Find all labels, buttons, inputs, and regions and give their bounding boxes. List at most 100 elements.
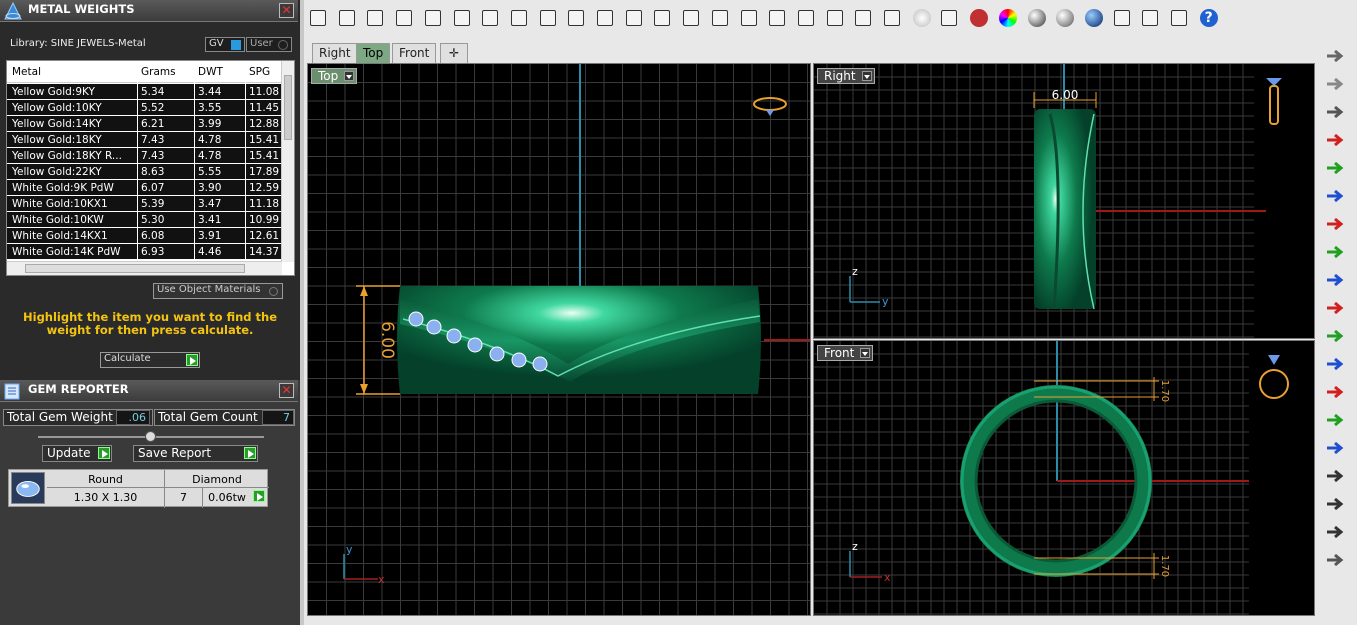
table-row[interactable]: Yellow Gold:14KY 6.21 3.99 12.88 (7, 116, 282, 132)
zoom-window-icon[interactable] (654, 10, 671, 26)
open-folder-icon[interactable] (338, 10, 355, 26)
top-viewport[interactable]: 6.00 y x Top (307, 63, 811, 616)
play-icon[interactable] (244, 447, 256, 459)
chevron-down-icon[interactable] (861, 71, 872, 81)
table-row[interactable]: White Gold:10KX1 5.39 3.47 11.18 (7, 196, 282, 212)
gv-toggle[interactable]: GV (205, 37, 245, 52)
save-report-button[interactable]: Save Report (133, 445, 258, 462)
play-icon[interactable] (98, 447, 110, 459)
arrow-down-icon[interactable] (1324, 242, 1346, 262)
update-button[interactable]: Update (42, 445, 112, 462)
right-viewport[interactable]: 6.00 z y Right (813, 63, 1315, 339)
dimension-icon[interactable] (1171, 10, 1187, 26)
add-tab-button[interactable]: ✛ (440, 43, 468, 63)
zoom-extents-icon[interactable] (683, 10, 700, 26)
zoom-selected-icon[interactable] (711, 10, 728, 26)
tab-front[interactable]: Front (392, 43, 437, 63)
table-row[interactable]: Yellow Gold:18KY 7.43 4.78 15.41 (7, 132, 282, 148)
shade-icon[interactable] (1027, 9, 1046, 27)
sphere-icon[interactable] (1084, 9, 1103, 27)
arrows-horizontal-icon[interactable] (1324, 298, 1346, 318)
four-viewports-icon[interactable] (769, 10, 786, 26)
pan-hand-icon[interactable] (568, 10, 585, 26)
table-row[interactable]: Yellow Gold:18KY R... 7.43 4.78 15.41 (7, 148, 282, 164)
gv-checkbox[interactable] (231, 40, 241, 50)
select-icon[interactable] (1113, 10, 1130, 26)
close-icon[interactable]: ✕ (279, 3, 294, 18)
table-row[interactable]: White Gold:9K PdW 6.07 3.90 12.59 (7, 180, 282, 196)
light-bulb-icon[interactable] (912, 9, 931, 27)
chevron-down-icon[interactable] (344, 71, 355, 81)
gem-type: Diamond (192, 473, 242, 486)
paste-special-icon[interactable] (424, 10, 441, 26)
front-view-label[interactable]: Front (817, 345, 874, 361)
top-view-label[interactable]: Top (311, 68, 358, 84)
slash-icon[interactable] (1324, 522, 1346, 542)
line-icon[interactable] (1324, 494, 1346, 514)
new-file-icon[interactable] (310, 10, 326, 26)
play-icon[interactable] (186, 354, 198, 366)
front-viewport[interactable]: 1.70 1.70 z x Front (813, 340, 1315, 616)
tab-right[interactable]: Right (312, 43, 358, 63)
radio-icon[interactable] (269, 287, 278, 296)
print-icon[interactable] (396, 10, 413, 26)
arrow-down-blue-icon[interactable] (1324, 270, 1346, 290)
arrow-right-icon[interactable] (1324, 130, 1346, 150)
calculate-button[interactable]: Calculate (100, 352, 200, 368)
measure-icon[interactable] (826, 10, 843, 26)
table-row[interactable]: White Gold:14K PdW 6.93 4.46 14.37 (7, 244, 282, 260)
eraser-icon[interactable] (1324, 550, 1346, 570)
arrow-left-icon[interactable] (1324, 214, 1346, 234)
user-radio[interactable] (278, 40, 288, 50)
zoom-in-icon[interactable] (625, 10, 642, 26)
table-row[interactable]: Yellow Gold:10KY 5.52 3.55 11.45 (7, 100, 282, 116)
arrows-vertical-blue-icon[interactable] (1324, 354, 1346, 374)
navigate-icon[interactable] (1324, 46, 1346, 66)
table-cell: White Gold:10KX1 (12, 198, 108, 210)
undo-icon[interactable] (539, 10, 556, 26)
arrows-green-icon[interactable] (1324, 410, 1346, 430)
table-row[interactable]: Yellow Gold:9KY 5.34 3.44 11.08 (7, 84, 282, 100)
arrow-up-blue-icon[interactable] (1324, 186, 1346, 206)
chevron-down-icon[interactable] (860, 348, 871, 358)
column-header-spg[interactable]: SPG (249, 66, 270, 78)
move-icon[interactable] (597, 10, 613, 26)
table-row[interactable]: White Gold:14KX1 6.08 3.91 12.61 (7, 228, 282, 244)
curve-icon[interactable] (1324, 466, 1346, 486)
color-wheel-icon[interactable] (998, 9, 1017, 27)
column-header-grams[interactable]: Grams (141, 66, 176, 78)
column-header-dwt[interactable]: DWT (198, 66, 223, 78)
clock-icon[interactable] (855, 10, 872, 26)
snap-icon[interactable] (884, 10, 900, 26)
play-icon[interactable] (253, 490, 265, 502)
help-icon[interactable]: ? (1199, 9, 1218, 27)
settings-gear-icon[interactable] (1142, 10, 1159, 26)
table-row[interactable]: Yellow Gold:22KY 8.63 5.55 17.89 (7, 164, 282, 180)
clipboard-icon[interactable] (510, 10, 527, 26)
copy-icon[interactable] (482, 10, 499, 26)
arrows-blue-icon[interactable] (1324, 438, 1346, 458)
right-view-label[interactable]: Right (817, 68, 875, 84)
slider[interactable] (38, 431, 264, 442)
vertical-scrollbar[interactable] (281, 61, 294, 262)
car-icon[interactable] (797, 10, 814, 26)
arrows-in-icon[interactable] (1324, 382, 1346, 402)
horizontal-scrollbar[interactable] (7, 261, 282, 275)
save-icon[interactable] (367, 10, 384, 26)
tab-top[interactable]: Top (356, 43, 391, 63)
column-header-metal[interactable]: Metal (12, 66, 138, 78)
rotate-view-icon[interactable] (740, 10, 757, 26)
slider-handle[interactable] (145, 431, 156, 442)
lock-icon[interactable] (941, 10, 958, 26)
material-icon[interactable] (970, 9, 989, 27)
arrow-up-icon[interactable] (1324, 158, 1346, 178)
render-icon[interactable] (1056, 9, 1075, 27)
table-row[interactable]: White Gold:10KW 5.30 3.41 10.99 (7, 212, 282, 228)
user-toggle[interactable]: User (246, 37, 292, 52)
sphere-icon[interactable] (1324, 102, 1346, 122)
arrows-vertical-icon[interactable] (1324, 326, 1346, 346)
light-icon[interactable] (1324, 74, 1346, 94)
use-object-materials-toggle[interactable]: Use Object Materials (153, 283, 283, 299)
close-icon[interactable]: ✕ (279, 383, 294, 398)
cut-icon[interactable] (453, 10, 470, 26)
